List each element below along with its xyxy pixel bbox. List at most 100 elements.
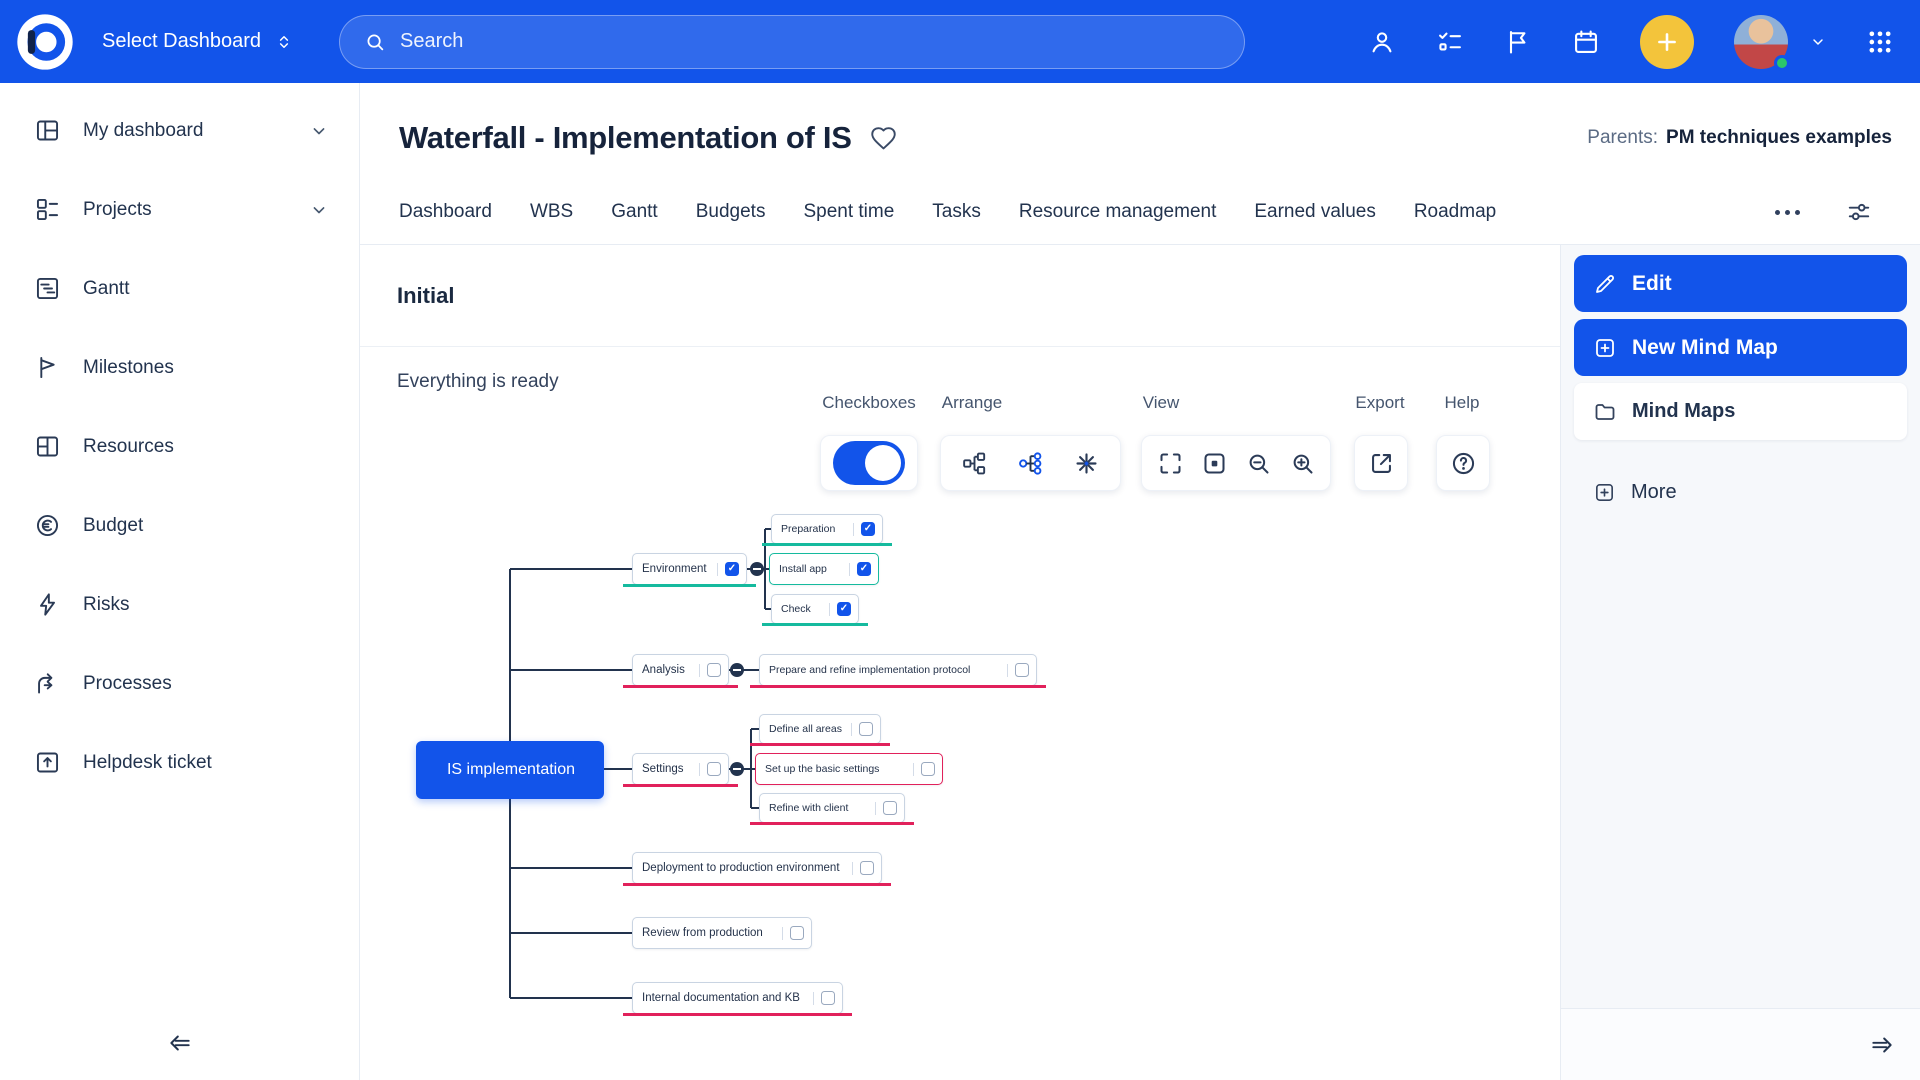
sidebar-item-helpdesk-ticket[interactable]: Helpdesk ticket: [0, 723, 359, 802]
breadcrumb-parents: Parents:PM techniques examples: [1587, 127, 1892, 149]
tab-resource-management[interactable]: Resource management: [1019, 201, 1217, 223]
tab-wbs[interactable]: WBS: [530, 201, 573, 223]
sidebar-item-gantt[interactable]: Gantt: [0, 249, 359, 328]
section-header: Initial: [360, 245, 1560, 347]
node-label: Analysis: [642, 664, 692, 676]
node-checkbox[interactable]: [883, 801, 897, 815]
gantt-icon: [34, 275, 61, 302]
sidebar-item-risks[interactable]: Risks: [0, 565, 359, 644]
tab-spent-time[interactable]: Spent time: [803, 201, 894, 223]
sidebar-item-projects[interactable]: Projects: [0, 170, 359, 249]
fit-screen-button[interactable]: [1154, 447, 1186, 479]
sidebar-item-label: My dashboard: [83, 120, 203, 142]
panel-expand-button[interactable]: [1866, 1032, 1898, 1058]
more-label: More: [1631, 481, 1677, 504]
mindmap-node-refine-with-client[interactable]: Refine with client: [759, 793, 905, 823]
node-divider: [913, 763, 914, 776]
center-view-button[interactable]: [1198, 447, 1230, 479]
search-bar[interactable]: [339, 15, 1245, 69]
sidebar-collapse-button[interactable]: [164, 1030, 196, 1056]
export-label: Export: [1355, 393, 1404, 413]
zoom-in-button[interactable]: [1286, 447, 1318, 479]
mindmap-node-environment[interactable]: Environment: [632, 553, 747, 585]
node-checkbox[interactable]: [857, 562, 871, 576]
tasks-icon[interactable]: [1436, 28, 1464, 56]
tab-dashboard[interactable]: Dashboard: [399, 201, 492, 223]
node-checkbox[interactable]: [790, 926, 804, 940]
node-divider: [813, 992, 814, 1005]
node-checkbox[interactable]: [921, 762, 935, 776]
tab-gantt[interactable]: Gantt: [611, 201, 657, 223]
arrange-radial-layout-button[interactable]: [1070, 447, 1102, 479]
tab-budgets[interactable]: Budgets: [696, 201, 766, 223]
more-tabs-icon[interactable]: [1775, 210, 1800, 215]
node-checkbox[interactable]: [1015, 663, 1029, 677]
node-checkbox[interactable]: [860, 861, 874, 875]
mindmap-node-review-production[interactable]: Review from production: [632, 917, 812, 949]
chevron-down-icon: [309, 121, 329, 141]
export-button[interactable]: [1365, 447, 1397, 479]
sidebar-item-my-dashboard[interactable]: My dashboard: [0, 91, 359, 170]
node-label: Internal documentation and KB: [642, 992, 806, 1004]
mindmap-node-prepare-protocol[interactable]: Prepare and refine implementation protoc…: [759, 654, 1037, 686]
mind-maps-item[interactable]: Mind Maps: [1574, 383, 1907, 440]
node-checkbox[interactable]: [707, 762, 721, 776]
favorite-button[interactable]: [870, 125, 897, 152]
checkboxes-card: [820, 435, 918, 491]
node-checkbox[interactable]: [861, 522, 875, 536]
checkboxes-toggle[interactable]: [833, 441, 905, 485]
mindmap-node-check[interactable]: Check: [771, 594, 859, 624]
flag-icon[interactable]: [1504, 28, 1532, 56]
more-item[interactable]: More: [1574, 470, 1907, 514]
profile-icon[interactable]: [1368, 28, 1396, 56]
user-menu[interactable]: [1734, 15, 1788, 69]
node-divider: [852, 862, 853, 875]
add-button[interactable]: [1640, 15, 1694, 69]
sidebar-item-milestones[interactable]: Milestones: [0, 328, 359, 407]
helpdesk-icon: [34, 749, 61, 776]
mindmap-node-root[interactable]: IS implementation: [416, 741, 604, 799]
sidebar-item-processes[interactable]: Processes: [0, 644, 359, 723]
project-tabs: Dashboard WBS Gantt Budgets Spent time Tasks R…: [399, 201, 1496, 223]
dashboard-selector[interactable]: Select Dashboard: [102, 30, 293, 53]
user-menu-chevron-icon[interactable]: [1810, 34, 1826, 50]
sidebar-item-budget[interactable]: Budget: [0, 486, 359, 565]
node-checkbox[interactable]: [821, 991, 835, 1005]
arrange-mindmap-layout-button[interactable]: [1014, 447, 1046, 479]
help-button[interactable]: [1447, 447, 1479, 479]
node-checkbox[interactable]: [707, 663, 721, 677]
sidebar-item-resources[interactable]: Resources: [0, 407, 359, 486]
mindmap-node-setup-basic-settings[interactable]: Set up the basic settings: [755, 753, 943, 785]
tab-roadmap[interactable]: Roadmap: [1414, 201, 1496, 223]
edit-button[interactable]: Edit: [1574, 255, 1907, 312]
node-checkbox[interactable]: [725, 562, 739, 576]
status-text: Everything is ready: [397, 371, 559, 393]
app-logo-icon[interactable]: [16, 13, 74, 71]
parents-value[interactable]: PM techniques examples: [1666, 127, 1892, 148]
right-panel: Edit New Mind Map Mind Maps More: [1560, 245, 1920, 1080]
mindmap-node-deployment[interactable]: Deployment to production environment: [632, 852, 882, 884]
node-checkbox[interactable]: [837, 602, 851, 616]
mindmap-node-preparation[interactable]: Preparation: [771, 514, 883, 544]
arrange-tree-layout-button[interactable]: [959, 447, 991, 479]
mind-maps-label: Mind Maps: [1632, 400, 1735, 423]
main-column: Waterfall - Implementation of IS Parents…: [360, 83, 1920, 1080]
apps-grid-icon[interactable]: [1866, 28, 1894, 56]
node-checkbox[interactable]: [859, 722, 873, 736]
mindmap-content: Initial Everything is ready Checkboxes A…: [360, 245, 1560, 1080]
tune-settings-icon[interactable]: [1846, 199, 1872, 225]
plus-icon: [1654, 29, 1680, 55]
search-input[interactable]: [400, 30, 1220, 53]
view-label: View: [1143, 393, 1180, 413]
mindmap-node-define-areas[interactable]: Define all areas: [759, 714, 881, 744]
tab-tasks[interactable]: Tasks: [932, 201, 981, 223]
mindmap-node-settings[interactable]: Settings: [632, 753, 729, 785]
calendar-icon[interactable]: [1572, 28, 1600, 56]
mindmap-node-analysis[interactable]: Analysis: [632, 654, 729, 686]
mindmap-node-internal-docs[interactable]: Internal documentation and KB: [632, 982, 843, 1014]
page-header: Waterfall - Implementation of IS Parents…: [360, 83, 1920, 245]
new-mind-map-button[interactable]: New Mind Map: [1574, 319, 1907, 376]
zoom-out-button[interactable]: [1242, 447, 1274, 479]
mindmap-node-install-app[interactable]: Install app: [769, 553, 879, 585]
tab-earned-values[interactable]: Earned values: [1254, 201, 1375, 223]
